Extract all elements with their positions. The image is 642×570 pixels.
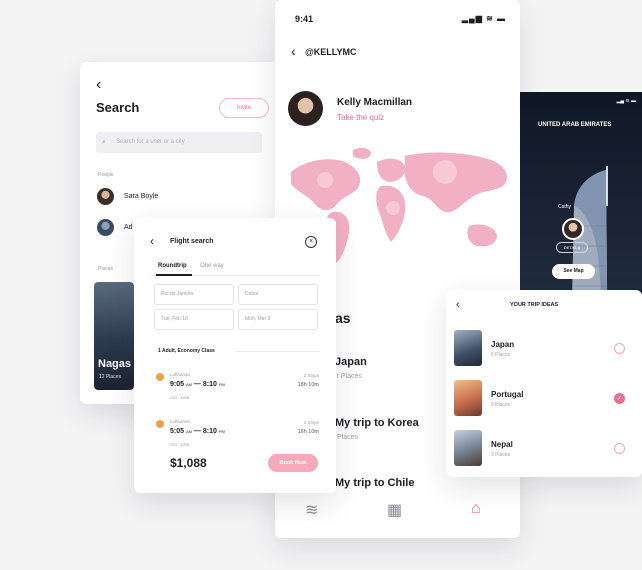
trip-count: 9 Places [491, 402, 511, 408]
divider [236, 351, 320, 352]
trip-count: 6 Places [491, 352, 511, 358]
depart-suffix: AM [185, 382, 192, 387]
place-count: 12 Places [99, 374, 121, 380]
passenger-class[interactable]: 1 Adult, Economy Class [158, 348, 215, 354]
trip-places: Places [337, 434, 359, 441]
depart-time: 9:05 [170, 381, 185, 388]
status-time: 9:41 [295, 14, 314, 24]
trip-name[interactable]: Nepal [491, 440, 513, 449]
invite-button[interactable]: Invite [219, 98, 269, 118]
active-tab-indicator [156, 274, 192, 276]
arrive-suffix: PM [218, 429, 225, 434]
trip-title[interactable]: My trip to Chile [335, 477, 414, 489]
profile-handle: @KELLYMC [305, 47, 357, 57]
from-field[interactable]: Rio de Janeiro [154, 284, 234, 305]
avatar-pin[interactable] [562, 218, 584, 240]
airline-name: Lufthansa [170, 419, 190, 424]
country-title: UNITED ARAB EMIRATES [538, 122, 612, 128]
flight-route: GIG - DXB [170, 395, 190, 400]
take-quiz-link[interactable]: Take the quiz [337, 113, 384, 122]
trip-name[interactable]: Japan [491, 340, 514, 349]
arrive-time: 8:10 [202, 381, 217, 388]
trip-radio[interactable] [614, 343, 625, 354]
arrive-suffix: PM [218, 382, 225, 387]
arrow: — [193, 381, 203, 388]
trip-title[interactable]: My trip to Korea [335, 417, 419, 429]
depart-date-field[interactable]: Tue, Feb 18 [154, 309, 234, 330]
arrive-time: 8:10 [202, 428, 217, 435]
section-title: as [335, 310, 351, 326]
status-icons: ▂▄ ≋ ▬ [616, 98, 636, 104]
price: $1,088 [170, 456, 207, 470]
chevron-left-icon[interactable]: ‹ [456, 299, 460, 311]
flight-stops: 2 Stops [303, 373, 319, 378]
search-icon: ⌕ [102, 139, 106, 146]
close-icon[interactable]: × [305, 236, 317, 248]
places-section-label: Places [98, 266, 114, 272]
airline-name: Lufthansa [170, 372, 190, 377]
trip-thumbnail[interactable] [454, 430, 482, 466]
arrow: — [193, 428, 203, 435]
trip-places: t Places [337, 373, 362, 380]
details-button[interactable]: DETAILS [556, 242, 588, 253]
ticket-icon[interactable]: ▦ [387, 500, 402, 520]
airline-logo-icon [156, 373, 164, 381]
waves-icon[interactable]: ≋ [305, 500, 318, 520]
trip-name[interactable]: Portugal [491, 390, 523, 399]
avatar[interactable] [288, 91, 323, 126]
see-map-button[interactable]: See Map [552, 264, 595, 279]
trip-thumbnail[interactable] [454, 330, 482, 366]
flight-search-card: ‹ Flight search × Roundtrip One way Rio … [134, 218, 336, 493]
depart-suffix: AM [185, 429, 192, 434]
page-title: Search [96, 100, 140, 115]
avatar [97, 219, 114, 236]
pin-label: Cathy [558, 204, 572, 210]
people-section-label: People [98, 172, 114, 178]
trip-radio-selected[interactable]: ✓ [614, 393, 625, 404]
chevron-left-icon[interactable]: ‹ [291, 43, 296, 59]
search-input[interactable]: ⌕ Search for a user or a city [96, 132, 262, 153]
return-date-field[interactable]: Mon, Mar 3 [238, 309, 318, 330]
place-name: Nagas [98, 358, 132, 370]
person-name: Sara Boyle [124, 193, 159, 200]
list-item[interactable]: Ad [97, 219, 133, 236]
search-placeholder: Search for a user or a city [116, 139, 185, 145]
card-title: Flight search [170, 238, 214, 245]
depart-time: 5:05 [170, 428, 185, 435]
trip-radio[interactable] [614, 443, 625, 454]
flight-stops: 2 Stops [303, 420, 319, 425]
flight-times[interactable]: 5:05 AM — 8:10 PM [170, 428, 225, 435]
card-title: YOUR TRIP IDEAS [510, 302, 559, 308]
trip-count: 3 Places [491, 452, 511, 458]
airline-logo-icon [156, 420, 164, 428]
flight-duration: 16h 10m [297, 429, 319, 435]
list-item[interactable]: Sara Boyle [97, 188, 158, 205]
tab-roundtrip[interactable]: Roundtrip [158, 263, 187, 269]
status-icons: ▂▄▆ ≋ ▬ [461, 14, 506, 23]
flight-duration: 18h 10m [297, 382, 319, 388]
chevron-left-icon[interactable]: ‹ [96, 76, 101, 94]
tab-one-way[interactable]: One way [200, 263, 224, 269]
person-name: Ad [124, 224, 133, 231]
backpack-icon[interactable]: ⌂ [471, 500, 481, 518]
avatar [97, 188, 114, 205]
flight-times[interactable]: 9:05 AM — 8:10 PM [170, 381, 225, 388]
to-field[interactable]: Dubai [238, 284, 318, 305]
profile-name: Kelly Macmillan [337, 97, 413, 108]
trip-title[interactable]: Japan [335, 356, 367, 368]
chevron-left-icon[interactable]: ‹ [150, 234, 154, 248]
trip-ideas-card: ‹ YOUR TRIP IDEAS Japan 6 Places Portuga… [446, 290, 642, 477]
book-now-button[interactable]: Book Now [268, 454, 318, 472]
flight-route: GIG - DXB [170, 442, 190, 447]
trip-thumbnail[interactable] [454, 380, 482, 416]
